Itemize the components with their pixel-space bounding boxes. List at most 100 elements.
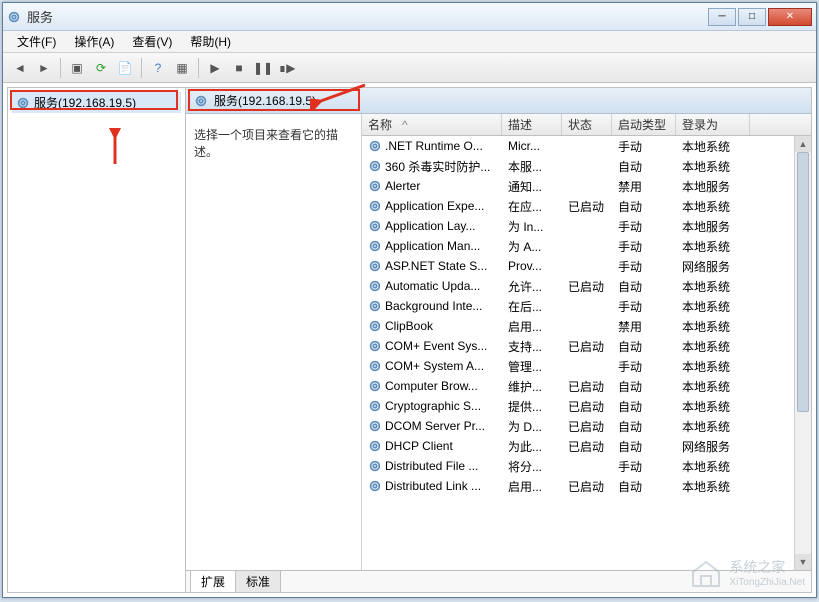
service-status: 已启动 [562,478,612,495]
service-row[interactable]: Application Man...为 A...手动本地系统 [362,236,811,256]
service-name: COM+ Event Sys... [385,339,487,353]
service-row[interactable]: ASP.NET State S... Prov... 手动网络服务 [362,256,811,276]
service-row[interactable]: COM+ Event Sys...支持...已启动自动本地系统 [362,336,811,356]
service-desc: 为 In... [502,218,562,235]
separator [60,58,61,78]
service-start: 自动 [612,338,676,355]
service-row[interactable]: Distributed Link ...启用...已启动自动本地系统 [362,476,811,496]
refresh-button[interactable]: ⟳ [90,57,112,79]
menu-file[interactable]: 文件(F) [11,31,62,52]
service-status: 已启动 [562,338,612,355]
stop-service-button[interactable]: ■ [228,57,250,79]
properties-button[interactable]: ▦ [171,57,193,79]
column-logon[interactable]: 登录为 [676,114,750,135]
service-start: 手动 [612,138,676,155]
column-status[interactable]: 状态 [562,114,612,135]
service-name: 360 杀毒实时防护... [385,158,490,175]
service-desc: 为此... [502,438,562,455]
description-panel: 选择一个项目来查看它的描述。 [186,114,361,570]
tree-root-services[interactable]: 服务(192.168.19.5) [12,92,181,113]
right-panel: 服务(192.168.19.5) 选择一个项目来查看它的描述。 名称 ^ 描述 … [186,88,811,592]
service-row[interactable]: DHCP Client为此...已启动自动网络服务 [362,436,811,456]
service-name: Background Inte... [385,299,482,313]
service-row[interactable]: Automatic Upda...允许...已启动自动本地系统 [362,276,811,296]
service-start: 自动 [612,418,676,435]
service-logon: 本地系统 [676,198,750,215]
start-service-button[interactable]: ▶ [204,57,226,79]
service-desc: Prov... [502,259,562,273]
scroll-up-icon[interactable]: ▲ [795,136,811,152]
service-logon: 本地系统 [676,418,750,435]
service-row[interactable]: ClipBook启用...禁用本地系统 [362,316,811,336]
tab-standard[interactable]: 标准 [235,570,281,592]
service-name: Application Man... [385,239,480,253]
service-logon: 本地系统 [676,158,750,175]
service-start: 手动 [612,298,676,315]
service-row[interactable]: .NET Runtime O...Micr...手动本地系统 [362,136,811,156]
titlebar: 服务 ─ □ ✕ [3,3,816,31]
column-desc[interactable]: 描述 [502,114,562,135]
service-row[interactable]: Cryptographic S...提供...已启动自动本地系统 [362,396,811,416]
list-body[interactable]: .NET Runtime O...Micr...手动本地系统 360 杀毒实时防护… [362,136,811,570]
gear-icon [368,279,382,293]
service-row[interactable]: COM+ System A...管理...手动本地系统 [362,356,811,376]
tab-extended[interactable]: 扩展 [190,570,236,592]
back-button[interactable]: ◄ [9,57,31,79]
service-row[interactable]: Application Lay...为 In...手动本地服务 [362,216,811,236]
service-row[interactable]: Application Expe...在应...已启动自动本地系统 [362,196,811,216]
list-header: 名称 ^ 描述 状态 启动类型 登录为 [362,114,811,136]
menu-action[interactable]: 操作(A) [68,31,120,52]
service-start: 自动 [612,198,676,215]
service-logon: 本地服务 [676,218,750,235]
column-name[interactable]: 名称 ^ [362,114,502,135]
service-name: Alerter [385,179,420,193]
service-name: ASP.NET State S... [385,259,487,273]
gear-icon [194,94,208,108]
pause-service-button[interactable]: ❚❚ [252,57,274,79]
column-start[interactable]: 启动类型 [612,114,676,135]
restart-service-button[interactable]: ∎▶ [276,57,298,79]
watermark: 系统之家 XiTongZhiJia.Net [689,557,805,588]
service-row[interactable]: 360 杀毒实时防护...本服...自动本地系统 [362,156,811,176]
service-row[interactable]: Alerter通知...禁用本地服务 [362,176,811,196]
gear-icon [368,199,382,213]
service-status: 已启动 [562,418,612,435]
service-logon: 本地系统 [676,238,750,255]
service-name: Application Expe... [385,199,484,213]
service-row[interactable]: DCOM Server Pr...为 D...已启动自动本地系统 [362,416,811,436]
service-logon: 本地服务 [676,178,750,195]
menu-help[interactable]: 帮助(H) [184,31,237,52]
export-list-button[interactable]: 📄 [114,57,136,79]
service-row[interactable]: Computer Brow...维护...已启动自动本地系统 [362,376,811,396]
sort-indicator-icon: ^ [402,118,408,132]
menu-view[interactable]: 查看(V) [126,31,178,52]
close-button[interactable]: ✕ [768,8,812,26]
service-status: 已启动 [562,278,612,295]
show-hide-tree-button[interactable]: ▣ [66,57,88,79]
service-logon: 网络服务 [676,258,750,275]
service-start: 自动 [612,378,676,395]
service-status: 已启动 [562,198,612,215]
help-button[interactable]: ? [147,57,169,79]
gear-icon [368,459,382,473]
service-desc: 本服... [502,158,562,175]
service-logon: 本地系统 [676,298,750,315]
vertical-scrollbar[interactable]: ▲ ▼ [794,136,811,570]
gear-icon [368,239,382,253]
scroll-thumb[interactable] [797,152,809,412]
gear-icon [368,139,382,153]
forward-button[interactable]: ► [33,57,55,79]
service-start: 自动 [612,278,676,295]
service-start: 手动 [612,258,676,275]
minimize-button[interactable]: ─ [708,8,736,26]
gear-icon [368,419,382,433]
service-start: 自动 [612,478,676,495]
service-row[interactable]: Distributed File ...将分...手动本地系统 [362,456,811,476]
panel-header: 服务(192.168.19.5) [186,88,811,114]
service-row[interactable]: Background Inte...在后...手动本地系统 [362,296,811,316]
separator [198,58,199,78]
maximize-button[interactable]: □ [738,8,766,26]
service-desc: 支持... [502,338,562,355]
service-logon: 网络服务 [676,438,750,455]
watermark-url: XiTongZhiJia.Net [729,577,805,588]
